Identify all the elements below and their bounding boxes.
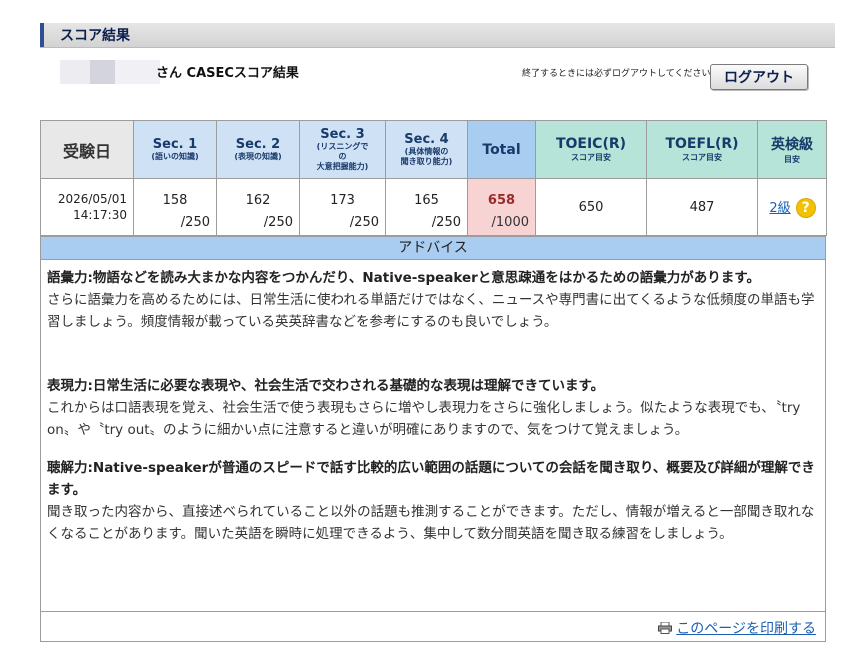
header-toefl-title: TOEFL(R) xyxy=(665,136,739,152)
header-toefl: TOEFL(R) スコア目安 xyxy=(646,120,758,179)
test-time: 14:17:30 xyxy=(73,208,127,222)
cell-sec1: 158 /250 xyxy=(133,178,217,236)
total-score: 658 xyxy=(487,193,516,208)
toeic-estimate: 650 xyxy=(535,178,647,236)
sec4-score: 165 xyxy=(414,193,439,208)
cell-sec3: 173 /250 xyxy=(299,178,386,236)
header-eiken: 英検級 目安 xyxy=(757,120,827,179)
total-max: /1000 xyxy=(491,215,529,230)
advice-heading: 聴解力:Native-speakerが普通のスピードで話す比較的広い範囲の話題に… xyxy=(47,460,815,498)
header-sec3-sub1: (リスニングで xyxy=(316,142,369,151)
advice-text: これからは口語表現を覚え、社会生活で使う表現もさらに増やし表現力をさらに強化しま… xyxy=(47,400,801,438)
header-sec2-title: Sec. 2 xyxy=(235,137,281,152)
advice-text: さらに語彙力を高めるためには、日常生活に使われる単語だけではなく、ニュースや専門… xyxy=(47,292,815,330)
print-label: このページを印刷する xyxy=(676,621,816,637)
header-eiken-sub: 目安 xyxy=(784,155,800,164)
sec4-max: /250 xyxy=(431,215,461,230)
advice-text: 聞き取った内容から、直接述べられていること以外の話題も推測することができます。た… xyxy=(47,504,815,542)
help-icon[interactable]: ? xyxy=(796,198,815,217)
header-sec2-sub: (表現の知識) xyxy=(234,152,282,161)
logout-button[interactable]: ログアウト xyxy=(710,64,808,90)
header-sec1: Sec. 1 (語いの知識) xyxy=(133,120,217,179)
header-toeic: TOEIC(R) スコア目安 xyxy=(535,120,647,179)
sec1-score: 158 xyxy=(162,193,188,208)
section-header-bar: スコア結果 xyxy=(40,23,835,48)
sec2-score: 162 xyxy=(245,193,271,208)
advice-heading: 表現力:日常生活に必要な表現や、社会生活で交わされる基礎的な表現は理解できていま… xyxy=(47,378,605,394)
header-sec3-sub3: 大意把握能力) xyxy=(316,162,369,171)
header-total: Total xyxy=(467,120,536,179)
print-page-link[interactable]: このページを印刷する xyxy=(658,618,816,638)
header-date: 受験日 xyxy=(40,120,134,179)
toefl-estimate: 487 xyxy=(646,178,758,236)
cell-sec2: 162 /250 xyxy=(216,178,300,236)
advice-heading: 語彙力:物語などを読み大まかな内容をつかんだり、Native-speakerと意… xyxy=(47,270,760,286)
redacted-user-name xyxy=(60,60,160,84)
logout-note: 終了するときには必ずログアウトしてください xyxy=(522,69,711,79)
advice-body: 語彙力:物語などを読み大まかな内容をつかんだり、Native-speakerと意… xyxy=(40,259,826,642)
header-sec4-title: Sec. 4 xyxy=(404,132,449,147)
user-row: さん CASECスコア結果 終了するときには必ずログアウトしてください ログアウ… xyxy=(40,58,810,90)
header-toeic-sub: スコア目安 xyxy=(571,153,611,162)
score-result-title: さん CASECスコア結果 xyxy=(156,66,299,81)
sec2-max: /250 xyxy=(263,215,293,230)
header-sec1-sub: (語いの知識) xyxy=(151,152,199,161)
header-sec4: Sec. 4 (具体情報の 聞き取り能力) xyxy=(385,120,468,179)
advice-header: アドバイス xyxy=(40,236,826,260)
header-sec4-sub1: (具体情報の xyxy=(404,147,449,156)
header-toeic-title: TOEIC(R) xyxy=(555,136,627,152)
header-sec1-title: Sec. 1 xyxy=(152,137,198,152)
header-sec4-sub2: 聞き取り能力) xyxy=(400,157,453,166)
advice-listening: 聴解力:Native-speakerが普通のスピードで話す比較的広い範囲の話題に… xyxy=(47,457,819,545)
header-sec3-title: Sec. 3 xyxy=(320,127,365,142)
print-row: このページを印刷する xyxy=(40,611,826,642)
advice-vocabulary: 語彙力:物語などを読み大まかな内容をつかんだり、Native-speakerと意… xyxy=(47,267,819,333)
eiken-grade-link[interactable]: 2級 xyxy=(769,201,790,216)
cell-sec4: 165 /250 xyxy=(385,178,468,236)
cell-total: 658 /1000 xyxy=(467,178,536,236)
score-table: 受験日 Sec. 1 (語いの知識) Sec. 2 (表現の知識) Sec. 3… xyxy=(40,120,827,236)
sec3-max: /250 xyxy=(349,215,379,230)
page-title: スコア結果 xyxy=(40,23,138,47)
header-sec2: Sec. 2 (表現の知識) xyxy=(216,120,300,179)
header-toefl-sub: スコア目安 xyxy=(682,153,722,162)
header-eiken-title: 英検級 xyxy=(771,137,813,153)
cell-eiken: 2級? xyxy=(757,178,827,236)
sec1-max: /250 xyxy=(180,215,210,230)
sec3-score: 173 xyxy=(330,193,355,208)
printer-icon xyxy=(658,621,673,634)
header-sec3-sub2: の xyxy=(338,152,347,161)
header-sec3: Sec. 3 (リスニングで の 大意把握能力) xyxy=(299,120,386,179)
advice-expression: 表現力:日常生活に必要な表現や、社会生活で交わされる基礎的な表現は理解できていま… xyxy=(47,375,819,441)
cell-date: 2026/05/01 14:17:30 xyxy=(40,178,134,236)
test-date: 2026/05/01 xyxy=(57,192,127,206)
